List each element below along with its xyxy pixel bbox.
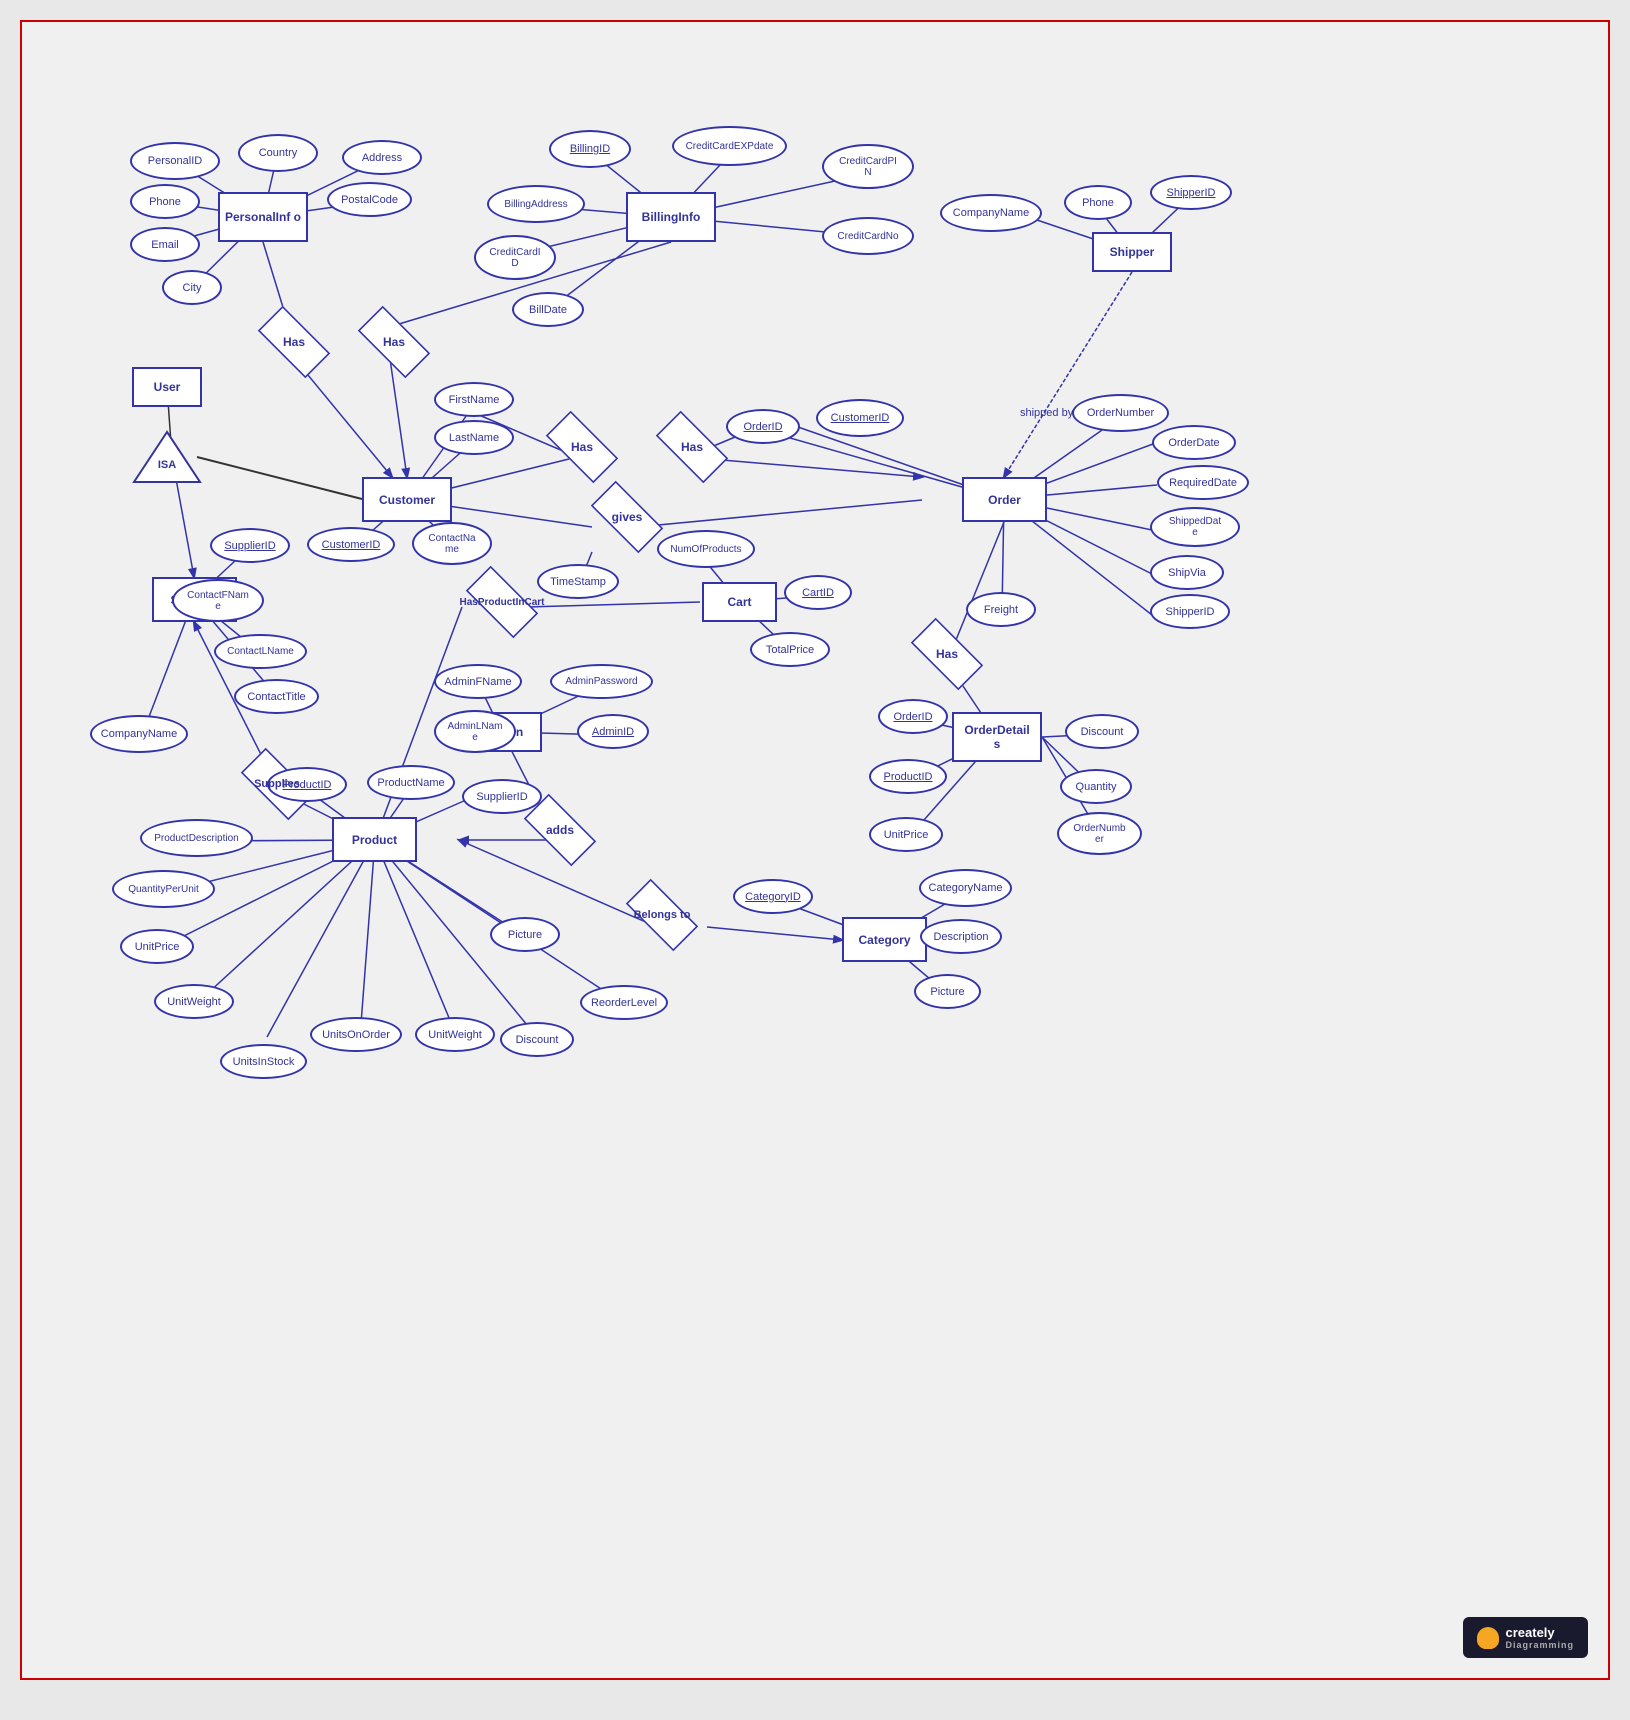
attr-orderid2: OrderID [878,699,948,734]
attr-contactlname: ContactLName [214,634,307,669]
rel-has3: Has [532,422,632,472]
attr-unitweight2: UnitWeight [415,1017,495,1052]
entity-product[interactable]: Product [332,817,417,862]
attr-supplierid2: SupplierID [462,779,542,814]
attr-adminpassword: AdminPassword [550,664,653,699]
attr-picture1: Picture [490,917,560,952]
attr-postalcode: PostalCode [327,182,412,217]
entity-cart[interactable]: Cart [702,582,777,622]
attr-phone2: Phone [1064,185,1132,220]
attr-shippeddate: ShippedDate [1150,507,1240,547]
attr-creditcardid: CreditCardID [474,235,556,280]
attr-firstname: FirstName [434,382,514,417]
attr-description2: Description [920,919,1002,954]
rel-isa: ISA [132,430,202,485]
attr-lastname: LastName [434,420,514,455]
rel-gives: gives [577,492,677,542]
attr-picture2: Picture [914,974,981,1009]
attr-adminid: AdminID [577,714,649,749]
attr-orderid1: OrderID [726,409,800,444]
attr-unitprice1: UnitPrice [120,929,194,964]
attr-contactfname: ContactFName [172,579,264,622]
attr-unitsinstock: UnitsInStock [220,1044,307,1079]
attr-shipperid1: ShipperID [1150,175,1232,210]
attr-numofproducts: NumOfProducts [657,530,755,568]
attr-creditcardno: CreditCardNo [822,217,914,255]
er-diagram-container: PersonalInf o BillingInfo Shipper User C… [20,20,1610,1680]
attr-adminlname: AdminLName [434,710,516,753]
attr-freight: Freight [966,592,1036,627]
attr-personalid: PersonalID [130,142,220,180]
attr-unitweight1: UnitWeight [154,984,234,1019]
attr-unitsonorder: UnitsOnOrder [310,1017,402,1052]
rel-belongsto: Belongs to [607,890,717,940]
attr-creditcardpin: CreditCardPIN [822,144,914,189]
entity-shipper[interactable]: Shipper [1092,232,1172,272]
attr-shipvia: ShipVia [1150,555,1224,590]
attr-address: Address [342,140,422,175]
attr-categoryid1: CategoryID [733,879,813,914]
attr-discount2: Discount [1065,714,1139,749]
attr-companyname2: CompanyName [90,715,188,753]
creately-logo: creately Diagramming [1463,1617,1588,1658]
attr-ordernumber1: OrderNumber [1072,394,1169,432]
rel-adds: adds [510,805,610,855]
entity-order[interactable]: Order [962,477,1047,522]
attr-orderdate: OrderDate [1152,425,1236,460]
connections-layer [22,22,1608,1678]
attr-productdescription: ProductDescription [140,819,253,857]
attr-adminfname: AdminFName [434,664,522,699]
attr-billingid: BillingID [549,130,631,168]
entity-customer[interactable]: Customer [362,477,452,522]
attr-productname: ProductName [367,765,455,800]
attr-productid2: ProductID [869,759,947,794]
rel-has1: Has [244,317,344,367]
attr-billingaddress: BillingAddress [487,185,585,223]
attr-customerid1: CustomerID [816,399,904,437]
attr-customerid2: CustomerID [307,527,395,562]
attr-unitprice2: UnitPrice [869,817,943,852]
attr-quantity2: Quantity [1060,769,1132,804]
attr-quantityperunit: QuantityPerUnit [112,870,215,908]
entity-user[interactable]: User [132,367,202,407]
attr-ordernumber2: OrderNumber [1057,812,1142,855]
attr-phone1: Phone [130,184,200,219]
attr-country: Country [238,134,318,172]
attr-requireddate: RequiredDate [1157,465,1249,500]
attr-supplierid1: SupplierID [210,528,290,563]
attr-email: Email [130,227,200,262]
attr-creditcardexpdate: CreditCardEXPdate [672,126,787,166]
attr-discount3: Discount [500,1022,574,1057]
svg-text:ISA: ISA [158,459,176,471]
attr-reorderlevel: ReorderLevel [580,985,668,1020]
entity-orderdetails[interactable]: OrderDetails [952,712,1042,762]
attr-contacttitle: ContactTitle [234,679,319,714]
attr-contactname: ContactName [412,522,492,565]
attr-city: City [162,270,222,305]
attr-billdate: BillDate [512,292,584,327]
attr-shipperid2: ShipperID [1150,594,1230,629]
entity-personalinfo[interactable]: PersonalInf o [218,192,308,242]
rel-has2: Has [344,317,444,367]
attr-cartid: CartID [784,575,852,610]
entity-category[interactable]: Category [842,917,927,962]
attr-timestamp: TimeStamp [537,564,619,599]
attr-categoryname: CategoryName [919,869,1012,907]
attr-companyname1: CompanyName [940,194,1042,232]
entity-billinginfo[interactable]: BillingInfo [626,192,716,242]
label-shippedby: shipped by [1020,407,1073,419]
attr-totalprice: TotalPrice [750,632,830,667]
rel-has5: Has [897,629,997,679]
